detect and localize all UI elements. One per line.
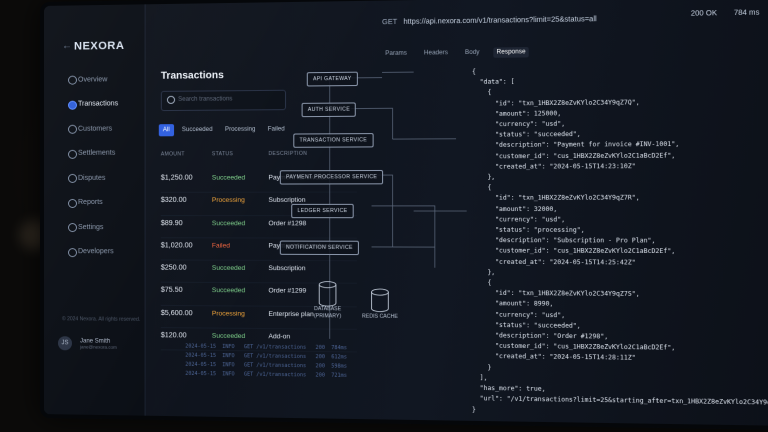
node-notification-service: NOTIFICATION SERVICE bbox=[280, 241, 359, 256]
monitor: ← NEXORA Overview Transactions Customers… bbox=[40, 0, 768, 430]
node-transaction-service: TRANSACTION SERVICE bbox=[293, 133, 373, 148]
database-sublabel: (PRIMARY) bbox=[307, 313, 349, 320]
api-panel: GET https://api.nexora.com/v1/transaction… bbox=[382, 0, 768, 426]
response-status: 200 OK bbox=[691, 10, 717, 18]
tab-body[interactable]: Body bbox=[462, 48, 483, 59]
log-output: 2024-05-15 INFO GET /v1/transactions 200… bbox=[185, 342, 347, 381]
request-tabs: Params Headers Body Response bbox=[382, 47, 529, 59]
node-payment-processor-service: PAYMENT PROCESSOR SERVICE bbox=[280, 170, 384, 185]
tab-response[interactable]: Response bbox=[493, 47, 528, 58]
node-api-gateway: API GATEWAY bbox=[307, 72, 358, 87]
tab-params[interactable]: Params bbox=[382, 48, 410, 59]
response-time: 784 ms bbox=[734, 9, 759, 17]
node-ledger-service: LEDGER SERVICE bbox=[291, 204, 354, 218]
request-url: https://api.nexora.com/v1/transactions?l… bbox=[404, 16, 597, 26]
screen: ← NEXORA Overview Transactions Customers… bbox=[44, 0, 768, 426]
request-method: GET bbox=[382, 19, 397, 26]
tab-headers[interactable]: Headers bbox=[421, 48, 451, 59]
response-json: { "data": [ { "id": "txn_1HBX2Z8eZvKYlo2… bbox=[472, 64, 768, 420]
node-auth-service: AUTH SERVICE bbox=[302, 102, 357, 117]
database-primary: DATABASE (PRIMARY) bbox=[307, 306, 349, 321]
request-line[interactable]: GET https://api.nexora.com/v1/transaction… bbox=[382, 16, 597, 26]
